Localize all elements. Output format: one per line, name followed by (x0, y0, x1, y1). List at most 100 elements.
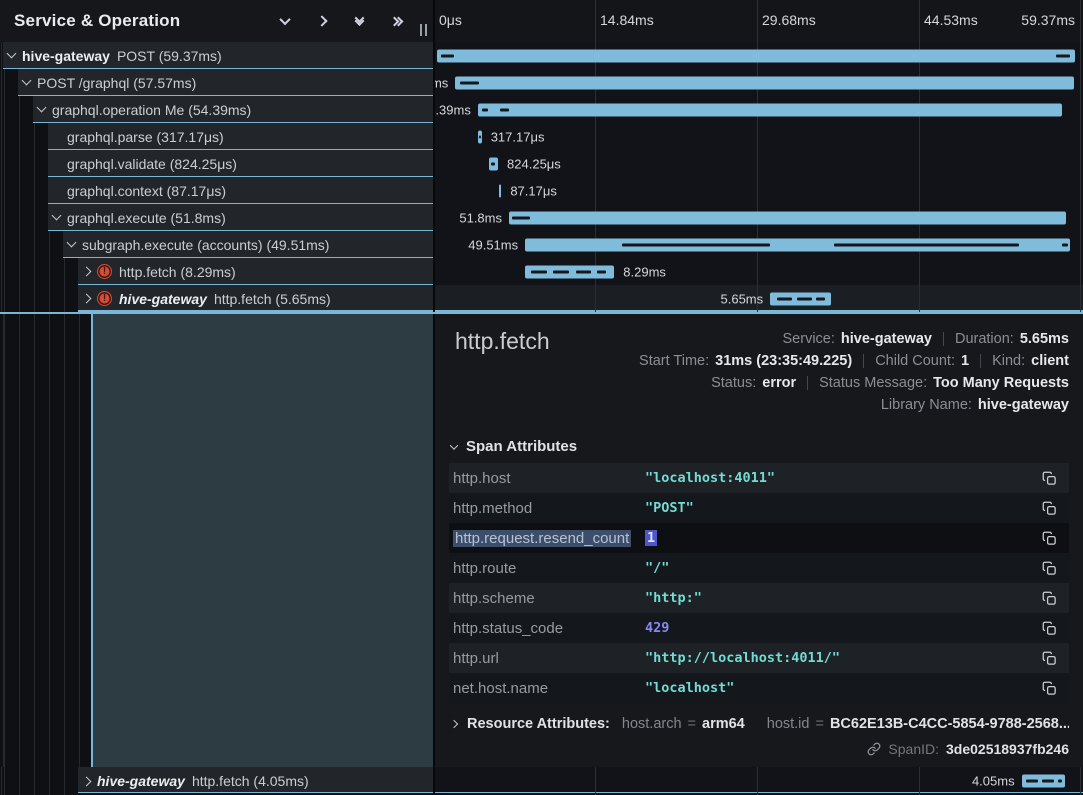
timeline-tick: 29.68ms (762, 12, 816, 28)
copy-icon[interactable] (1037, 531, 1057, 546)
child-span-dash (576, 270, 591, 273)
indent-guides (0, 150, 48, 177)
span-tree-cell[interactable]: !hive-gatewayhttp.fetch (5.65ms) (78, 285, 433, 312)
tree-header: Service & Operation (0, 0, 433, 42)
attribute-row: http.method"POST" (449, 493, 1069, 523)
meta-label: Duration: (955, 331, 1014, 347)
attribute-key: http.request.resend_count (453, 530, 645, 547)
attribute-value: 1 (645, 530, 1037, 546)
copy-icon[interactable] (1037, 561, 1057, 576)
span-label: graphql.operation Me (54.39ms) (52, 102, 251, 118)
grid-line (595, 767, 596, 795)
meta-value: client (1031, 353, 1069, 369)
span-bar[interactable] (499, 184, 501, 197)
span-row[interactable]: hive-gatewayPOST (59.37ms) (0, 42, 1083, 69)
span-rows: hive-gatewayPOST (59.37ms)POST /graphql … (0, 42, 1083, 312)
expand-one-icon[interactable] (314, 13, 330, 29)
span-attributes-header[interactable]: Span Attributes (451, 438, 1069, 455)
indent-guides (0, 204, 48, 231)
expand-all-icon[interactable] (388, 13, 404, 29)
expander-icon[interactable] (52, 211, 62, 221)
timeline-tick: 44.53ms (924, 12, 978, 28)
duration-label: 4.05ms (972, 774, 1015, 789)
span-tree-cell[interactable]: graphql.context (87.17μs) (48, 177, 433, 204)
attribute-key: http.route (453, 560, 645, 577)
span-tree-cell[interactable]: !http.fetch (8.29ms) (78, 258, 433, 285)
span-row[interactable]: graphql.execute (51.8ms)51.8ms (0, 204, 1083, 231)
span-tree-cell[interactable]: hive-gatewayPOST (59.37ms) (3, 42, 433, 69)
attribute-key: http.status_code (453, 620, 645, 637)
meta-line: Library Name:hive-gateway (881, 394, 1069, 416)
child-span-dash (553, 270, 569, 273)
span-timeline-cell: 8.29ms (435, 258, 1083, 285)
indent-guides (0, 123, 48, 150)
bottom-span-row: hive-gatewayhttp.fetch (4.05ms) 4.05ms (0, 767, 1083, 795)
indent-guides (0, 258, 78, 285)
indent-guides (0, 69, 18, 96)
copy-icon[interactable] (1037, 651, 1057, 666)
expander-icon[interactable] (67, 238, 77, 248)
span-bar[interactable] (455, 76, 1073, 89)
span-row[interactable]: graphql.context (87.17μs)87.17μs (0, 177, 1083, 204)
span-label: subgraph.execute (accounts) (49.51ms) (82, 237, 329, 253)
child-span-dash (816, 297, 825, 300)
resource-attributes-row[interactable]: Resource Attributes: host.arch=arm64host… (451, 716, 1069, 732)
resource-attributes-title: Resource Attributes: (467, 716, 610, 732)
span-bar[interactable] (478, 103, 1063, 116)
link-icon[interactable] (867, 742, 881, 756)
copy-icon[interactable] (1037, 471, 1057, 486)
span-label: graphql.validate (824.25μs) (67, 156, 237, 172)
expander-icon[interactable] (82, 267, 92, 277)
attribute-value: "localhost:4011" (645, 470, 1037, 486)
attribute-row: http.scheme"http:" (449, 583, 1069, 613)
span-label: POST (59.37ms) (117, 48, 222, 64)
copy-icon[interactable] (1037, 621, 1057, 636)
span-tree-cell[interactable]: subgraph.execute (accounts) (49.51ms) (63, 231, 433, 258)
duration-label: 57.57ms (435, 75, 448, 90)
collapse-all-icon[interactable] (277, 13, 293, 29)
span-label: graphql.parse (317.17μs) (67, 129, 224, 145)
span-tree-cell[interactable]: graphql.operation Me (54.39ms) (33, 96, 433, 123)
copy-icon[interactable] (1037, 681, 1057, 696)
child-span-dash (491, 162, 495, 165)
attribute-value: "localhost" (645, 680, 1037, 696)
expander-icon[interactable] (82, 294, 92, 304)
chevron-right-icon (451, 720, 458, 728)
span-row[interactable]: graphql.validate (824.25μs) 824.25μs (0, 150, 1083, 177)
expander-icon[interactable] (37, 103, 47, 113)
copy-icon[interactable] (1037, 591, 1057, 606)
span-tree-cell[interactable]: graphql.validate (824.25μs) (48, 150, 433, 177)
span-tree-cell[interactable]: graphql.parse (317.17μs) (48, 123, 433, 150)
span-label: http.fetch (5.65ms) (214, 291, 331, 307)
span-row[interactable]: graphql.operation Me (54.39ms)54.39ms (0, 96, 1083, 123)
attribute-key: net.host.name (453, 680, 645, 697)
span-row[interactable]: POST /graphql (57.57ms)57.57ms (0, 69, 1083, 96)
child-span-dash (531, 270, 547, 273)
header: Service & Operation 0μs14.84ms29.68ms44.… (0, 0, 1083, 42)
panel-resize-handle[interactable] (420, 24, 427, 36)
child-span-dash (1042, 780, 1054, 783)
span-detail-band: http.fetch Service:hive-gatewayDuration:… (0, 312, 1083, 767)
child-span-dash (1026, 780, 1037, 783)
span-bar[interactable] (509, 211, 1066, 224)
span-attributes-title: Span Attributes (466, 438, 577, 455)
grid-line (1080, 0, 1081, 42)
attribute-value: 429 (645, 620, 1037, 636)
span-tree-cell[interactable]: graphql.execute (51.8ms) (48, 204, 433, 231)
span-row[interactable]: subgraph.execute (accounts) (49.51ms)49.… (0, 231, 1083, 258)
copy-icon[interactable] (1037, 501, 1057, 516)
span-tree-cell[interactable]: POST /graphql (57.57ms) (18, 69, 433, 96)
span-row[interactable]: graphql.parse (317.17μs)317.17μs (0, 123, 1083, 150)
expander-icon[interactable] (7, 49, 17, 59)
span-row[interactable]: !http.fetch (8.29ms)8.29ms (0, 258, 1083, 285)
span-row[interactable]: !hive-gatewayhttp.fetch (5.65ms)5.65ms (0, 285, 1083, 312)
attribute-row: net.host.name"localhost" (449, 673, 1069, 703)
span-bar[interactable] (437, 49, 1075, 62)
duration-label: 824.25μs (507, 156, 561, 171)
expander-icon[interactable] (82, 776, 92, 786)
span-meta: Service:hive-gatewayDuration:5.65msStart… (550, 328, 1069, 416)
expander-icon[interactable] (22, 76, 32, 86)
span-tree-cell[interactable]: hive-gatewayhttp.fetch (4.05ms) (78, 767, 433, 795)
tree-header-icons (277, 13, 404, 29)
expand-children-icon[interactable] (351, 13, 367, 29)
